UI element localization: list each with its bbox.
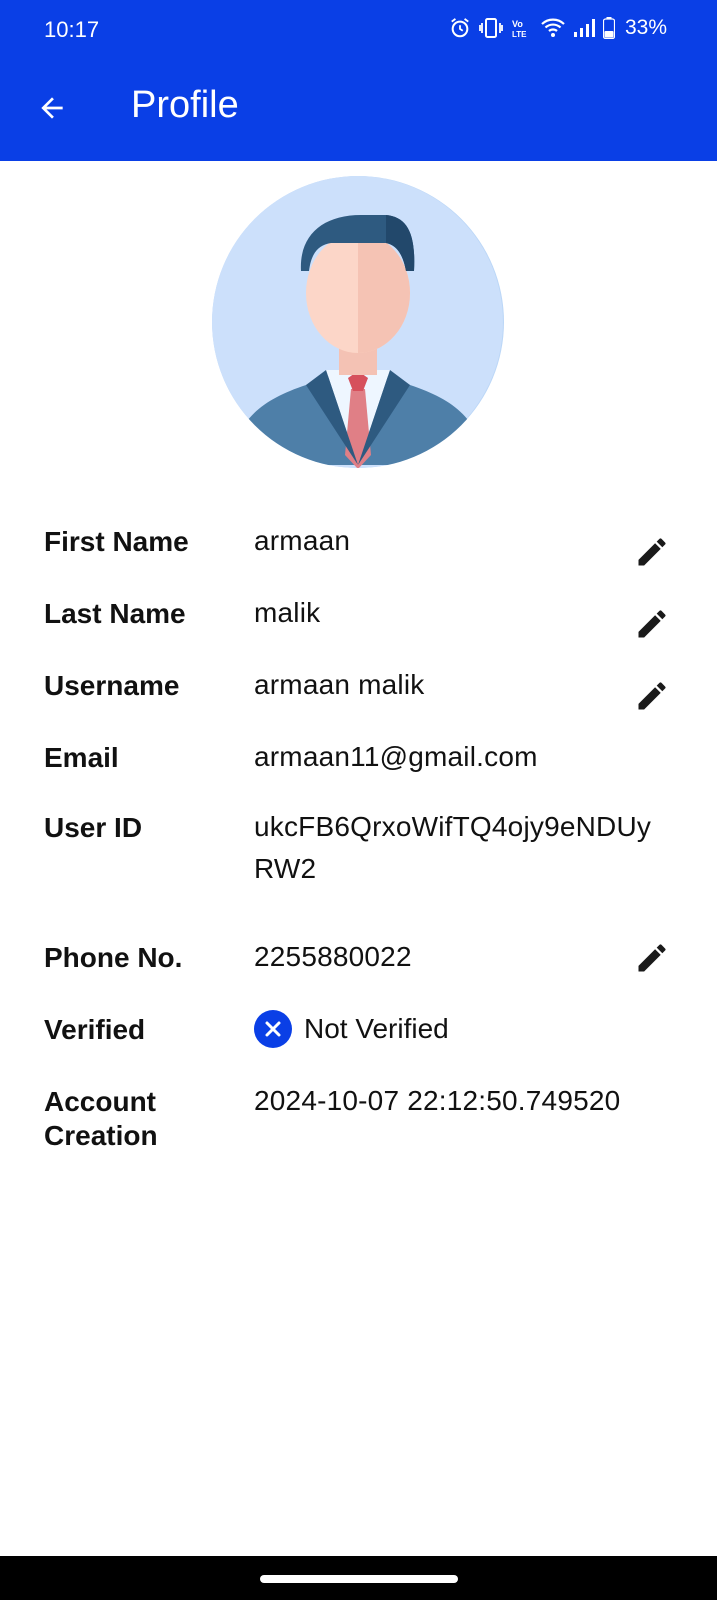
app-bar: 10:17 Vo LTE 33% Profile — [0, 0, 717, 161]
pencil-icon — [638, 944, 666, 972]
signal-icon — [573, 19, 595, 37]
page-title: Profile — [131, 84, 239, 126]
svg-text:LTE: LTE — [512, 30, 527, 39]
account-creation-label-line2: Creation — [44, 1120, 158, 1151]
home-gesture-handle[interactable] — [260, 1575, 458, 1583]
battery-percent: 33% — [624, 16, 667, 39]
user-id-value: ukcFB6QrxoWifTQ4ojy9eNDUy RW2 — [254, 806, 651, 890]
edit-last-name-button[interactable] — [632, 604, 672, 644]
vibrate-icon — [479, 18, 503, 38]
verified-value: Not Verified — [304, 1013, 449, 1044]
first-name-label: First Name — [44, 526, 189, 557]
phone-value: 2255880022 — [254, 941, 412, 972]
user-id-label: User ID — [44, 812, 143, 843]
edit-first-name-button[interactable] — [632, 532, 672, 572]
edit-username-button[interactable] — [632, 676, 672, 716]
user-id-value-line2: RW2 — [254, 853, 317, 884]
pencil-icon — [638, 682, 666, 710]
back-button[interactable] — [30, 86, 74, 130]
verified-label: Verified — [44, 1014, 146, 1045]
last-name-value: malik — [254, 597, 321, 628]
arrow-left-icon — [41, 97, 63, 119]
account-creation-label-line1: Account — [44, 1086, 156, 1117]
verification-status: Not Verified — [254, 1008, 449, 1050]
phone-label: Phone No. — [44, 942, 183, 973]
email-label: Email — [44, 742, 119, 773]
status-time: 10:17 — [44, 17, 100, 42]
email-value: armaan11@gmail.com — [254, 741, 538, 772]
last-name-label: Last Name — [44, 598, 186, 629]
first-name-value: armaan — [254, 525, 351, 556]
pencil-icon — [638, 538, 666, 566]
username-label: Username — [44, 670, 180, 701]
wifi-icon — [541, 18, 565, 37]
battery-icon — [602, 17, 615, 39]
volte-icon: VoLTE — [512, 19, 527, 39]
x-circle-icon — [254, 1010, 292, 1048]
svg-text:Vo: Vo — [512, 19, 523, 29]
username-value: armaan malik — [254, 669, 425, 700]
account-creation-label: Account Creation — [44, 1085, 158, 1153]
edit-phone-button[interactable] — [632, 938, 672, 978]
status-icons: Vo LTE 33% — [449, 16, 667, 40]
user-avatar — [211, 175, 505, 469]
account-creation-value: 2024-10-07 22:12:50.749520 — [254, 1085, 621, 1116]
user-id-value-line1: ukcFB6QrxoWifTQ4ojy9eNDUy — [254, 811, 652, 842]
pencil-icon — [638, 610, 666, 638]
alarm-icon — [451, 18, 469, 38]
